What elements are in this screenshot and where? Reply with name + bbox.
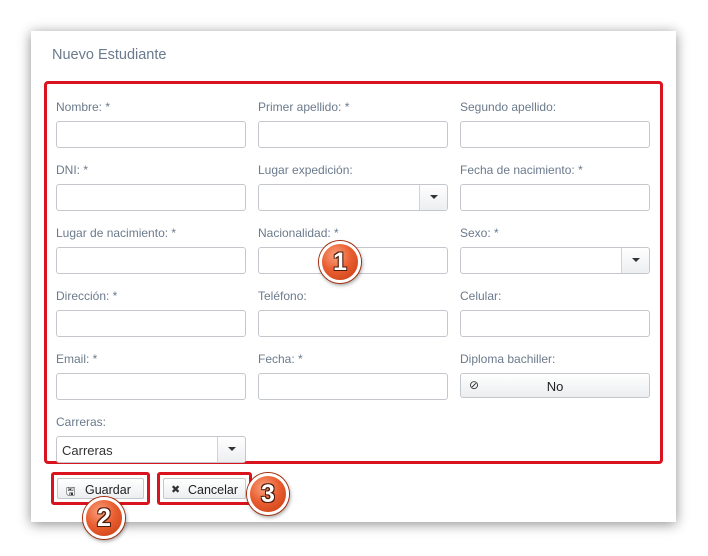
fecha-nacimiento-label: Fecha de nacimiento: * bbox=[460, 163, 583, 177]
primer-apellido-input[interactable] bbox=[258, 121, 448, 148]
lugar-nacimiento-input[interactable] bbox=[56, 247, 246, 274]
email-input[interactable] bbox=[56, 373, 246, 400]
telefono-input[interactable] bbox=[258, 310, 448, 337]
direccion-input[interactable] bbox=[56, 310, 246, 337]
fecha-input[interactable] bbox=[258, 373, 448, 400]
sexo-label: Sexo: * bbox=[460, 226, 499, 240]
primer-apellido-label: Primer apellido: * bbox=[258, 100, 350, 114]
close-icon: ✖ bbox=[171, 484, 181, 496]
chevron-down-icon[interactable] bbox=[621, 248, 649, 273]
sexo-select[interactable] bbox=[460, 247, 650, 274]
callout-badge-1: 1 bbox=[319, 241, 361, 283]
celular-input[interactable] bbox=[460, 310, 650, 337]
callout-badge-3: 3 bbox=[247, 473, 289, 515]
diploma-bachiller-value: No bbox=[546, 379, 564, 394]
celular-label: Celular: bbox=[460, 289, 502, 303]
telefono-label: Teléfono: bbox=[258, 289, 307, 303]
chevron-down-icon[interactable] bbox=[217, 437, 245, 462]
dni-label: DNI: * bbox=[56, 163, 89, 177]
new-student-dialog: Nuevo Estudiante Nombre: * Primer apelli… bbox=[31, 31, 676, 539]
save-button[interactable]: 🖫 Guardar bbox=[57, 478, 144, 499]
callout-badge-2: 2 bbox=[83, 497, 125, 539]
diploma-bachiller-toggle[interactable]: ⊘ No bbox=[460, 373, 650, 398]
dialog-title: Nuevo Estudiante bbox=[52, 47, 167, 63]
nacionalidad-label: Nacionalidad: * bbox=[258, 226, 339, 240]
dni-input[interactable] bbox=[56, 184, 246, 211]
save-button-label: Guardar bbox=[85, 483, 131, 497]
cancel-button[interactable]: ✖ Cancelar bbox=[163, 478, 246, 499]
cancel-button-label: Cancelar bbox=[188, 483, 239, 497]
direccion-label: Dirección: * bbox=[56, 289, 118, 303]
segundo-apellido-input[interactable] bbox=[460, 121, 650, 148]
fecha-nacimiento-input[interactable] bbox=[460, 184, 650, 211]
nombre-label: Nombre: * bbox=[56, 100, 111, 114]
carreras-select[interactable]: Carreras bbox=[56, 436, 246, 463]
lugar-nacimiento-label: Lugar de nacimiento: * bbox=[56, 226, 177, 240]
carreras-label: Carreras: bbox=[56, 415, 107, 429]
diploma-bachiller-label: Diploma bachiller: bbox=[460, 352, 556, 366]
cancel-button-highlight: ✖ Cancelar bbox=[157, 472, 252, 505]
chevron-down-icon[interactable] bbox=[419, 185, 447, 210]
nombre-input[interactable] bbox=[56, 121, 246, 148]
segundo-apellido-label: Segundo apellido: bbox=[460, 100, 557, 114]
carreras-value: Carreras bbox=[62, 443, 113, 458]
lugar-expedicion-label: Lugar expedición: bbox=[258, 163, 353, 177]
floppy-disk-icon: 🖫 bbox=[66, 486, 76, 498]
lugar-expedicion-select[interactable] bbox=[258, 184, 448, 211]
email-label: Email: * bbox=[56, 352, 98, 366]
fecha-label: Fecha: * bbox=[258, 352, 303, 366]
